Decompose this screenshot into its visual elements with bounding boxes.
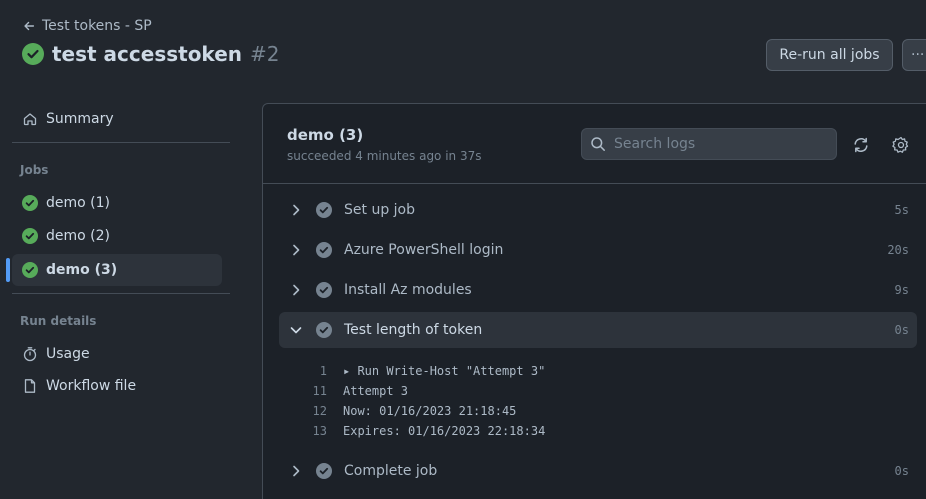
sidebar-item-label: demo (2) [46,228,110,244]
sync-icon [854,137,868,153]
active-indicator [6,258,10,282]
log-line-text: Now: 01/16/2023 21:18:45 [343,404,517,418]
step-name: Complete job [344,463,438,479]
step-duration: 5s [894,203,909,217]
step-duration: 0s [894,464,909,478]
step-duration: 9s [894,283,909,297]
search-logs-field[interactable] [581,128,837,160]
step-set-up-job[interactable]: Set up job 5s [279,192,917,228]
run-details-heading: Run details [20,314,97,328]
more-options-button[interactable]: ··· [902,39,926,71]
log-line[interactable]: 1 ▸ Run Write-Host "Attempt 3" [293,361,546,381]
log-line-text: ▸ Run Write-Host "Attempt 3" [343,364,546,378]
run-title: test accesstoken [52,42,242,66]
success-check-icon [22,43,44,65]
step-test-length-of-token[interactable]: Test length of token 0s [279,312,917,348]
step-install-az-modules[interactable]: Install Az modules 9s [279,272,917,308]
step-name: Set up job [344,202,415,218]
search-logs-input[interactable] [614,136,814,152]
page-title: test accesstoken #2 [22,42,279,66]
step-azure-login[interactable]: Azure PowerShell login 20s [279,232,917,268]
sidebar-item-summary[interactable]: Summary [12,103,222,135]
chevron-down-icon [290,327,302,334]
jobs-heading: Jobs [20,163,49,177]
divider [12,293,230,294]
log-line: 12 Now: 01/16/2023 21:18:45 [293,401,517,421]
step-name: Test length of token [344,322,483,338]
log-line-number: 1 [319,364,327,378]
chevron-right-icon [293,204,300,216]
success-check-icon [22,262,38,278]
step-name: Install Az modules [344,282,472,298]
chevron-right-icon [293,244,300,256]
job-log-panel: demo (3) succeeded 4 minutes ago in 37s … [262,103,926,499]
run-number: #2 [250,42,280,66]
sidebar-item-usage[interactable]: Usage [12,338,222,370]
home-icon [23,113,37,126]
step-name: Azure PowerShell login [344,242,504,258]
refresh-button[interactable] [852,136,870,154]
gear-icon [892,136,909,153]
check-circle-icon [316,322,332,338]
back-link-label: Test tokens - SP [42,18,152,34]
sidebar-item-workflow-file[interactable]: Workflow file [12,370,222,402]
arrow-left-icon [24,21,35,31]
rerun-all-jobs-button[interactable]: Re-run all jobs [766,39,893,71]
sidebar-job-demo-2[interactable]: demo (2) [12,220,222,252]
job-title: demo (3) [287,126,364,144]
sidebar-job-demo-3[interactable]: demo (3) [12,254,222,286]
log-line-text: Attempt 3 [343,384,409,398]
stopwatch-icon [23,347,37,362]
log-line: 13 Expires: 01/16/2023 22:18:34 [293,421,546,441]
check-circle-icon [316,202,332,218]
sidebar-item-label: Workflow file [46,378,137,394]
check-circle-icon [316,242,332,258]
log-line: 11 Attempt 3 [293,381,408,401]
sidebar-item-label: Usage [46,346,90,362]
check-circle-icon [316,463,332,479]
check-circle-icon [316,282,332,298]
settings-button[interactable] [892,136,910,154]
job-status-text: succeeded 4 minutes ago in 37s [287,149,482,163]
success-check-icon [22,228,38,244]
step-duration: 20s [887,243,909,257]
chevron-right-icon [293,465,300,477]
log-line-text: Expires: 01/16/2023 22:18:34 [343,424,546,438]
job-header: demo (3) succeeded 4 minutes ago in 37s [263,104,926,184]
divider [12,142,230,143]
file-icon [24,379,36,393]
back-link[interactable]: Test tokens - SP [22,16,152,36]
step-complete-job[interactable]: Complete job 0s [279,453,917,489]
log-line-number: 12 [312,404,327,418]
search-icon [591,137,605,151]
sidebar-item-label: demo (3) [46,262,118,278]
success-check-icon [22,195,38,211]
log-line-number: 13 [312,424,327,438]
chevron-right-icon [293,284,300,296]
log-line-number: 11 [312,384,327,398]
step-duration: 0s [894,323,909,337]
sidebar-item-label: Summary [46,111,114,127]
sidebar-job-demo-1[interactable]: demo (1) [12,187,222,219]
sidebar-item-label: demo (1) [46,195,110,211]
